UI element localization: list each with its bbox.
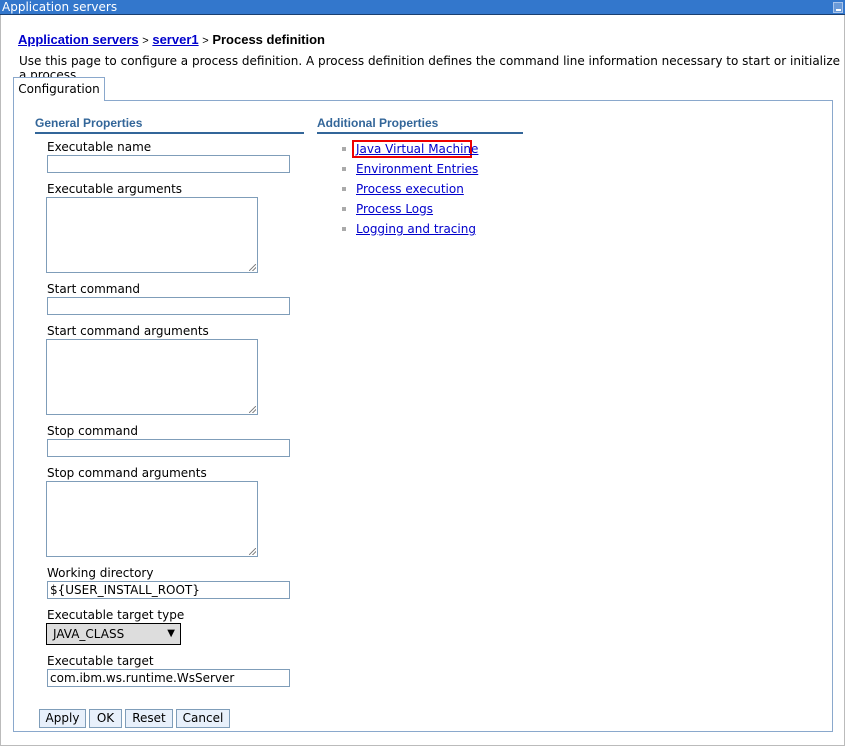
resize-grip-icon[interactable] — [249, 406, 256, 413]
breadcrumb-separator: > — [142, 35, 149, 47]
title-bar: Application servers — [0, 0, 845, 15]
bullet-icon — [342, 207, 346, 211]
general-properties-heading: General Properties — [35, 116, 304, 134]
start-command-arguments-textarea[interactable] — [46, 339, 258, 415]
executable-target-input[interactable]: com.ibm.ws.runtime.WsServer — [47, 669, 290, 687]
selected-value: JAVA_CLASS — [53, 627, 125, 641]
apply-button[interactable]: Apply — [39, 709, 86, 728]
executable-arguments-textarea[interactable] — [46, 197, 258, 273]
minimize-icon[interactable] — [833, 2, 843, 13]
ok-button[interactable]: OK — [89, 709, 122, 728]
breadcrumb-separator: > — [202, 35, 209, 47]
resize-grip-icon[interactable] — [249, 548, 256, 555]
bullet-icon — [342, 227, 346, 231]
bullet-icon — [342, 147, 346, 151]
list-item: Java Virtual Machine — [342, 142, 478, 156]
reset-button[interactable]: Reset — [125, 709, 173, 728]
list-item: Logging and tracing — [342, 222, 476, 236]
list-item: Process execution — [342, 182, 464, 196]
start-command-input[interactable] — [47, 297, 290, 315]
working-directory-input[interactable]: ${USER_INSTALL_ROOT} — [47, 581, 290, 599]
executable-target-label: Executable target — [47, 654, 154, 668]
executable-target-type-select[interactable]: JAVA_CLASS ▼ — [46, 623, 181, 645]
stop-command-arguments-textarea[interactable] — [46, 481, 258, 557]
start-command-arguments-label: Start command arguments — [47, 324, 209, 338]
start-command-label: Start command — [47, 282, 141, 296]
executable-name-input[interactable] — [47, 155, 290, 173]
link-java-virtual-machine[interactable]: Java Virtual Machine — [356, 142, 478, 156]
tab-configuration[interactable]: Configuration — [13, 77, 105, 101]
bullet-icon — [342, 167, 346, 171]
breadcrumb-server1[interactable]: server1 — [152, 32, 198, 47]
bullet-icon — [342, 187, 346, 191]
cancel-button[interactable]: Cancel — [176, 709, 230, 728]
breadcrumb: Application servers > server1 > Process … — [18, 32, 325, 47]
executable-name-label: Executable name — [47, 140, 152, 154]
link-process-logs[interactable]: Process Logs — [356, 202, 433, 216]
list-item: Process Logs — [342, 202, 433, 216]
window-title: Application servers — [2, 0, 118, 14]
additional-properties-heading: Additional Properties — [317, 116, 523, 134]
stop-command-arguments-label: Stop command arguments — [47, 466, 207, 480]
executable-arguments-label: Executable arguments — [47, 182, 183, 196]
link-process-execution[interactable]: Process execution — [356, 182, 464, 196]
list-item: Environment Entries — [342, 162, 478, 176]
page-title: Process definition — [212, 32, 326, 47]
link-environment-entries[interactable]: Environment Entries — [356, 162, 478, 176]
resize-grip-icon[interactable] — [249, 264, 256, 271]
page-description: Use this page to configure a process def… — [19, 54, 841, 82]
breadcrumb-application-servers[interactable]: Application servers — [18, 32, 139, 47]
executable-target-type-label: Executable target type — [47, 608, 185, 622]
stop-command-input[interactable] — [47, 439, 290, 457]
stop-command-label: Stop command — [47, 424, 138, 438]
dropdown-arrow-icon: ▼ — [167, 628, 175, 639]
link-logging-and-tracing[interactable]: Logging and tracing — [356, 222, 476, 236]
working-directory-label: Working directory — [47, 566, 154, 580]
